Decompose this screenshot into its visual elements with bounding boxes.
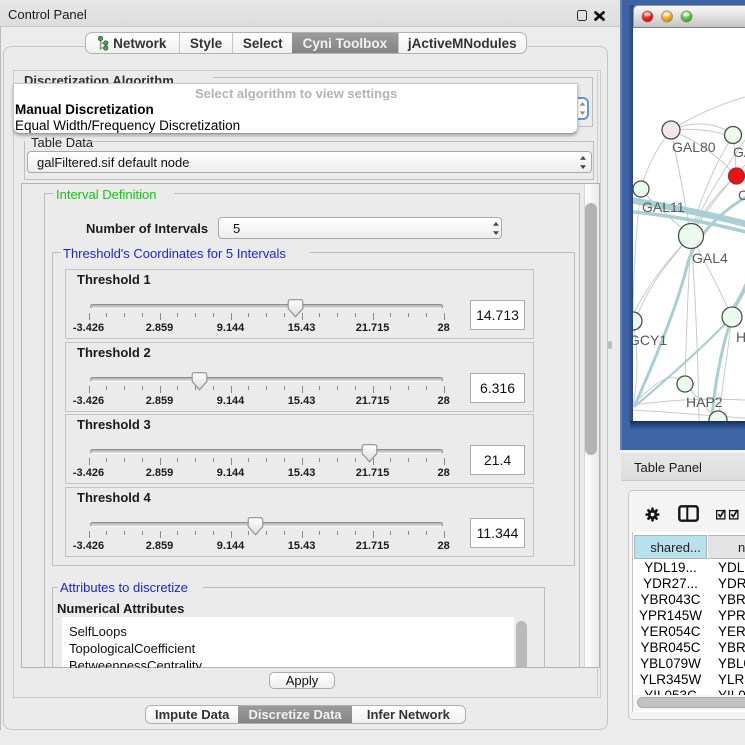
svg-text:GAL11: GAL11 xyxy=(642,199,685,215)
svg-text:HAP2: HAP2 xyxy=(686,394,723,410)
svg-text:C: C xyxy=(738,187,745,203)
svg-text:GA: GA xyxy=(733,144,745,160)
svg-text:GCY1: GCY1 xyxy=(633,332,667,348)
svg-text:GAL80: GAL80 xyxy=(672,139,716,155)
svg-text:H: H xyxy=(736,329,745,345)
svg-text:GAL4: GAL4 xyxy=(692,250,728,266)
